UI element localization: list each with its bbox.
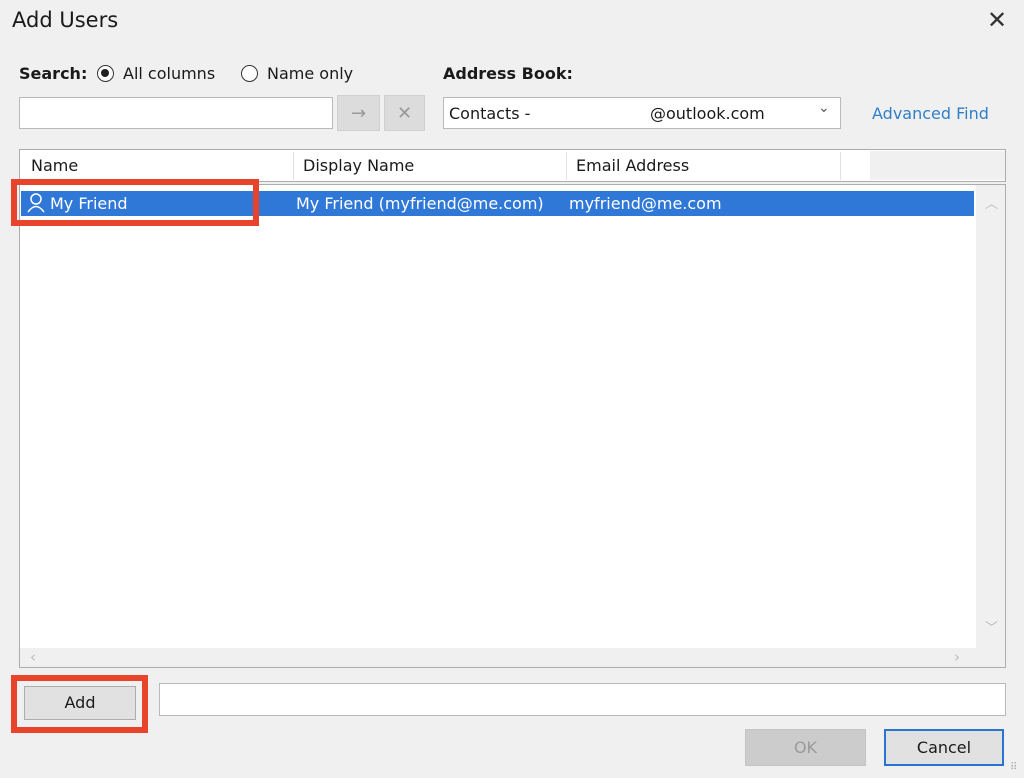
highlight-box-add: [11, 675, 148, 733]
dialog-title: Add Users: [12, 8, 119, 32]
search-label: Search:: [19, 64, 88, 83]
scroll-up-icon[interactable]: ︿: [985, 193, 998, 212]
column-divider[interactable]: [293, 152, 294, 180]
scroll-left-icon[interactable]: ‹: [30, 648, 36, 666]
x-icon: ✕: [396, 103, 413, 124]
column-divider[interactable]: [840, 152, 841, 180]
column-header-name[interactable]: Name: [31, 150, 78, 181]
all-columns-label: All columns: [123, 64, 216, 83]
radio-name-only[interactable]: [241, 65, 258, 82]
go-button[interactable]: →: [337, 95, 380, 131]
scroll-right-icon[interactable]: ›: [954, 648, 960, 666]
cell-email: myfriend@me.com: [569, 194, 722, 213]
table-header: Name Display Name Email Address: [19, 149, 1006, 182]
address-book-label: Address Book:: [443, 64, 573, 83]
cancel-button[interactable]: Cancel: [884, 729, 1004, 766]
scroll-down-icon[interactable]: ﹀: [985, 617, 998, 636]
address-book-suffix: @outlook.com: [650, 104, 765, 123]
header-filler: [870, 151, 1005, 180]
cell-display-name: My Friend (myfriend@me.com): [296, 194, 544, 213]
horizontal-scrollbar[interactable]: ‹ ›: [20, 648, 1005, 667]
ok-button[interactable]: OK: [745, 729, 866, 766]
close-icon[interactable]: ✕: [984, 6, 1010, 34]
column-divider[interactable]: [566, 152, 567, 180]
search-input[interactable]: [19, 97, 333, 129]
chevron-down-icon: ⌄: [818, 100, 830, 116]
address-book-prefix: Contacts -: [449, 104, 536, 123]
column-header-display-name[interactable]: Display Name: [303, 150, 414, 181]
contacts-list: My Friend My Friend (myfriend@me.com) my…: [19, 184, 1006, 668]
address-book-select[interactable]: Contacts - @outlook.com ⌄: [443, 97, 841, 129]
recipients-input[interactable]: [159, 683, 1006, 716]
name-only-label: Name only: [267, 64, 354, 83]
advanced-find-link[interactable]: Advanced Find: [872, 104, 989, 123]
vertical-scrollbar[interactable]: ︿ ﹀: [976, 185, 1005, 648]
radio-all-columns[interactable]: [97, 65, 114, 82]
column-header-email[interactable]: Email Address: [576, 150, 689, 181]
highlight-box-contact: [11, 179, 259, 226]
clear-search-button[interactable]: ✕: [384, 95, 425, 131]
resize-grip-icon[interactable]: ⠿: [1010, 762, 1017, 773]
arrow-right-icon: →: [350, 103, 367, 124]
